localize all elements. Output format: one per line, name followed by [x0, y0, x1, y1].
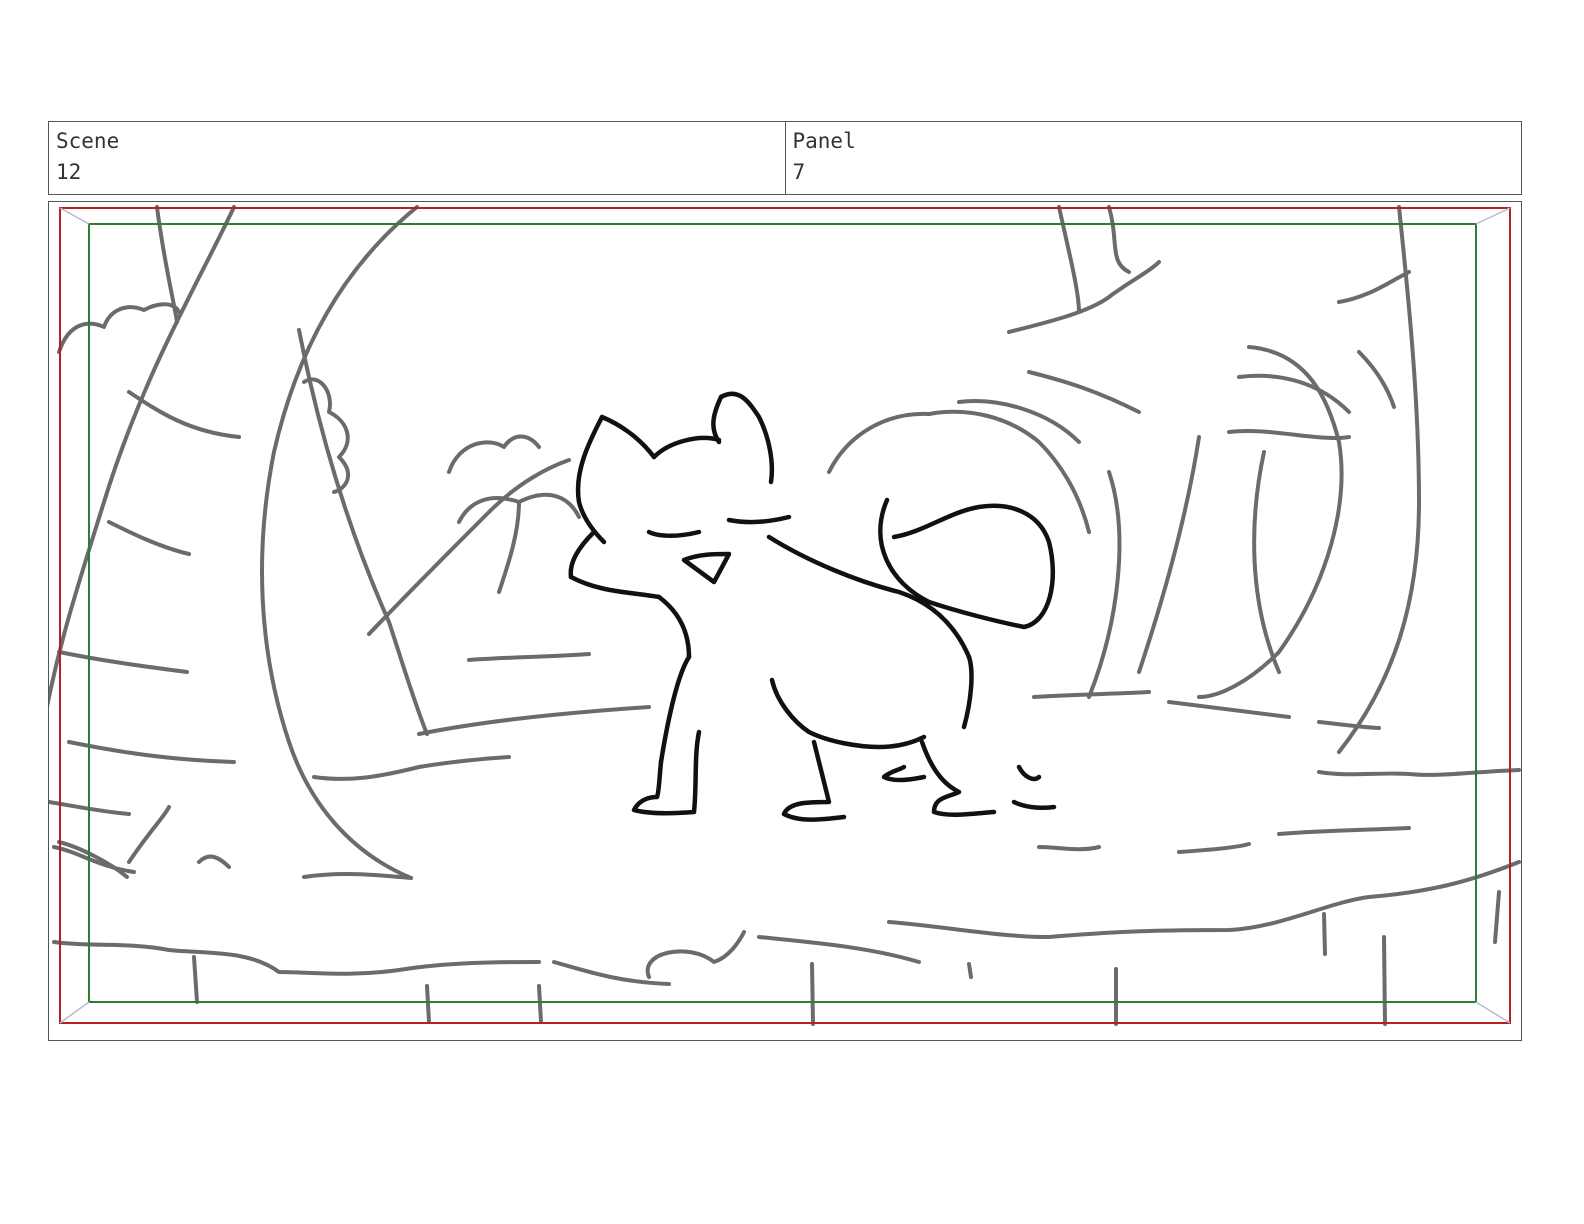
scene-number: 12: [56, 160, 82, 184]
panel-number: 7: [792, 160, 806, 184]
left-tree-trunk-1: [49, 205, 236, 707]
action-safe-frame: [59, 207, 1511, 1024]
storyboard-frame: [48, 201, 1522, 1041]
panel-cell: Panel 7: [784, 122, 1522, 194]
fox-character: [568, 391, 1057, 822]
panel-header: Scene 12 Panel 7: [48, 121, 1522, 195]
storyboard-sketch: [49, 205, 1521, 1026]
title-safe-frame: [88, 223, 1477, 1003]
scene-cell: Scene 12: [49, 122, 785, 194]
panel-label: Panel: [792, 129, 856, 153]
scene-label: Scene: [56, 129, 120, 153]
